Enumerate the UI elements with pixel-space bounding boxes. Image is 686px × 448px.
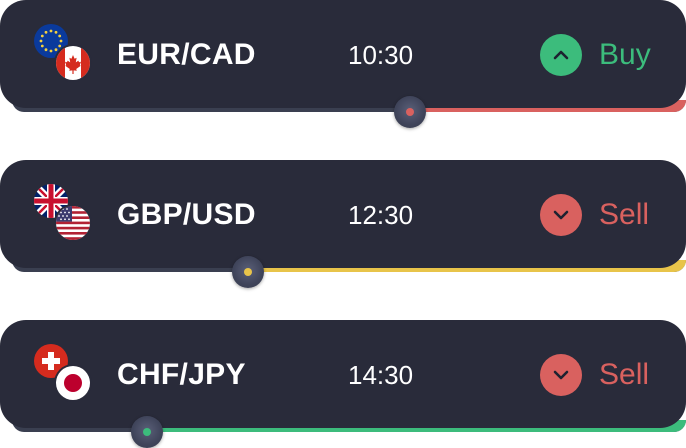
action-label[interactable]: Buy <box>599 38 651 72</box>
action-label[interactable]: Sell <box>599 198 649 232</box>
progress-knob[interactable] <box>130 416 163 448</box>
currency-pair: CHF/JPY <box>117 358 246 391</box>
trade-card-body <box>0 160 686 268</box>
currency-flags <box>34 184 96 246</box>
chevron-up-icon[interactable] <box>540 34 582 76</box>
canada-flag-icon <box>56 46 90 80</box>
currency-pair: GBP/USD <box>117 198 256 231</box>
currency-flags <box>34 24 96 86</box>
trade-card[interactable]: GBP/USD 12:30 Sell <box>0 160 686 288</box>
trade-card[interactable]: EUR/CAD 10:30 Buy <box>0 0 686 128</box>
progress-knob[interactable] <box>393 96 426 128</box>
trade-time: 12:30 <box>348 200 414 230</box>
japan-flag-icon <box>56 366 90 400</box>
trade-time: 10:30 <box>348 40 414 70</box>
usa-flag-icon <box>56 206 90 240</box>
progress-knob[interactable] <box>231 256 264 288</box>
action-label[interactable]: Sell <box>599 358 649 392</box>
trade-card-body <box>0 320 686 428</box>
currency-pair: EUR/CAD <box>117 38 256 71</box>
chevron-down-icon[interactable] <box>540 354 582 396</box>
chevron-down-icon[interactable] <box>540 194 582 236</box>
trade-card-body <box>0 0 686 108</box>
trade-time: 14:30 <box>348 360 414 390</box>
trade-card[interactable]: CHF/JPY 14:30 Sell <box>0 320 686 448</box>
currency-flags <box>34 344 96 406</box>
